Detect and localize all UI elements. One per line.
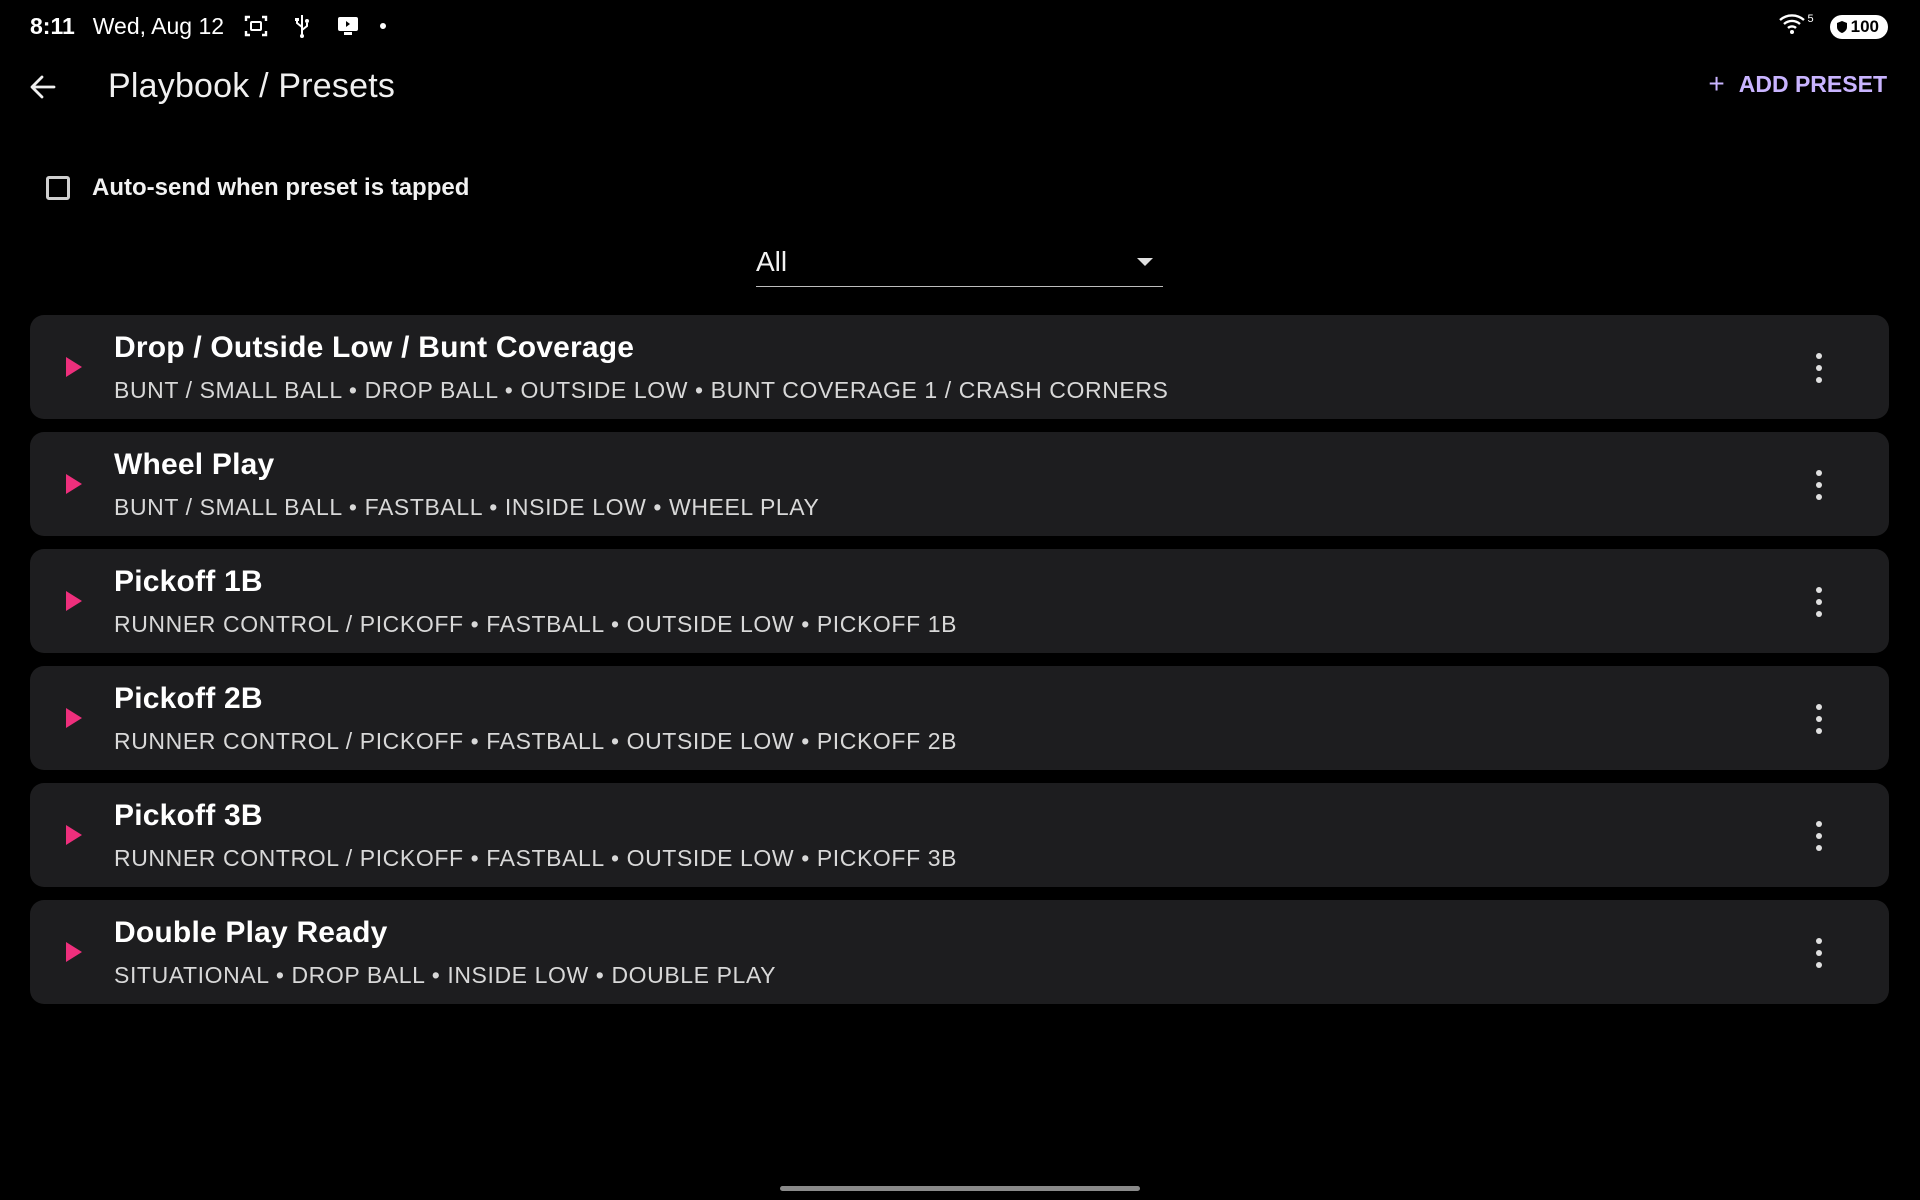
status-left: 8:11 Wed, Aug 12 (30, 12, 387, 40)
preset-subtitle: RUNNER CONTROL / PICKOFF • FASTBALL • OU… (114, 728, 958, 754)
app-bar: Playbook / Presets + ADD PRESET (0, 52, 1920, 122)
battery-indicator: 100 (1829, 14, 1888, 39)
preset-card[interactable]: Drop / Outside Low / Bunt Coverage BUNT … (30, 315, 1889, 419)
preset-subtitle: BUNT / SMALL BALL • FASTBALL • INSIDE LO… (114, 494, 820, 520)
preset-card[interactable]: Pickoff 1B RUNNER CONTROL / PICKOFF • FA… (30, 549, 1889, 653)
autosend-checkbox[interactable] (46, 176, 70, 200)
battery-level: 100 (1850, 16, 1879, 36)
play-icon[interactable] (66, 708, 82, 728)
add-preset-label: ADD PRESET (1738, 70, 1887, 97)
preset-subtitle: RUNNER CONTROL / PICKOFF • FASTBALL • OU… (114, 845, 958, 871)
preset-subtitle: RUNNER CONTROL / PICKOFF • FASTBALL • OU… (114, 611, 958, 637)
preset-subtitle: BUNT / SMALL BALL • DROP BALL • OUTSIDE … (114, 377, 1169, 403)
dropdown-arrow-icon (1137, 258, 1153, 266)
play-icon[interactable] (66, 942, 82, 962)
preset-card[interactable]: Pickoff 2B RUNNER CONTROL / PICKOFF • FA… (30, 666, 1889, 770)
more-options-icon[interactable] (1813, 938, 1825, 968)
preset-title: Drop / Outside Low / Bunt Coverage (114, 331, 635, 364)
add-icon: + (1708, 68, 1725, 99)
page-title: Playbook / Presets (108, 67, 396, 105)
preset-card[interactable]: Wheel Play BUNT / SMALL BALL • FASTBALL … (30, 432, 1889, 536)
preset-subtitle: SITUATIONAL • DROP BALL • INSIDE LOW • D… (114, 962, 777, 988)
preset-list: Drop / Outside Low / Bunt Coverage BUNT … (30, 315, 1889, 1017)
preset-card[interactable]: Double Play Ready SITUATIONAL • DROP BAL… (30, 900, 1889, 1004)
more-options-icon[interactable] (1813, 470, 1825, 500)
shield-icon (1836, 20, 1847, 33)
preset-title: Pickoff 2B (114, 682, 263, 715)
monitor-icon (334, 12, 362, 40)
more-options-icon[interactable] (1813, 353, 1825, 383)
autosend-row[interactable]: Auto-send when preset is tapped (46, 174, 469, 202)
autosend-label: Auto-send when preset is tapped (92, 174, 470, 201)
play-icon[interactable] (66, 825, 82, 845)
notification-dot-icon (380, 23, 387, 29)
preset-title: Pickoff 1B (114, 565, 263, 598)
status-bar: 8:11 Wed, Aug 12 5 100 (0, 0, 1920, 52)
wifi-band-label: 5 (1807, 12, 1814, 25)
wifi-icon (1778, 12, 1808, 41)
play-icon[interactable] (66, 474, 82, 494)
filter-selected-value: All (756, 246, 788, 277)
screenshot-icon (242, 12, 270, 40)
play-icon[interactable] (66, 591, 82, 611)
screen: 8:11 Wed, Aug 12 5 100 Playbook / Preset… (0, 0, 1920, 1200)
status-time: 8:11 (30, 12, 75, 39)
add-preset-button[interactable]: + ADD PRESET (1708, 68, 1887, 100)
more-options-icon[interactable] (1813, 704, 1825, 734)
play-icon[interactable] (66, 357, 82, 377)
preset-title: Double Play Ready (114, 916, 388, 949)
preset-card[interactable]: Pickoff 3B RUNNER CONTROL / PICKOFF • FA… (30, 783, 1889, 887)
back-button[interactable] (22, 66, 64, 108)
arrow-back-icon (30, 75, 56, 99)
status-right: 5 100 (1778, 12, 1888, 41)
category-filter-dropdown[interactable]: All (756, 240, 1163, 287)
preset-title: Pickoff 3B (114, 799, 263, 832)
more-options-icon[interactable] (1813, 587, 1825, 617)
more-options-icon[interactable] (1813, 821, 1825, 851)
preset-title: Wheel Play (114, 448, 275, 481)
usb-icon (288, 12, 316, 40)
home-indicator[interactable] (780, 1186, 1140, 1191)
status-date: Wed, Aug 12 (92, 12, 225, 39)
